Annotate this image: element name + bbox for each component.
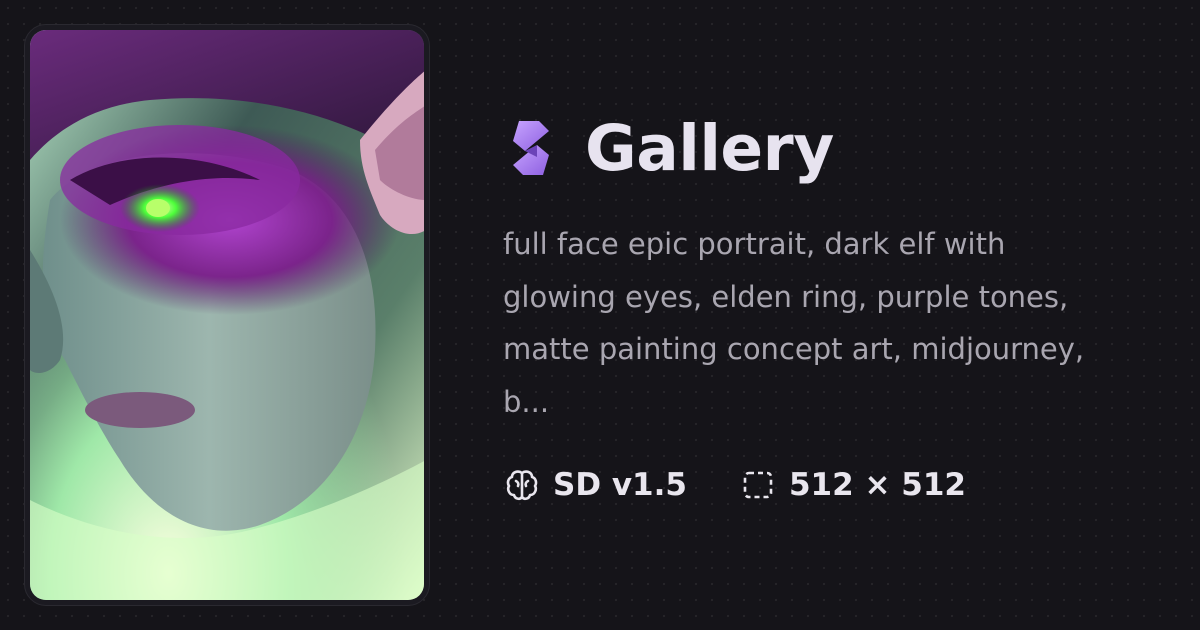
meta-row: SD v1.5 512 × 512 xyxy=(503,466,966,504)
image-card[interactable] xyxy=(24,24,430,606)
info-panel: Gallery full face epic portrait, dark el… xyxy=(503,112,1143,428)
artwork-image[interactable] xyxy=(30,30,424,600)
brain-icon xyxy=(506,470,538,501)
model-info: SD v1.5 xyxy=(503,466,687,504)
model-label: SD v1.5 xyxy=(553,467,687,503)
gallery-logo-icon xyxy=(513,121,549,175)
size-info: 512 × 512 xyxy=(739,466,966,504)
prompt-text: full face epic portrait, dark elf with g… xyxy=(503,227,1085,419)
header: Gallery xyxy=(503,111,1143,185)
size-label: 512 × 512 xyxy=(788,467,966,503)
page-title: Gallery xyxy=(585,111,834,185)
dimensions-icon xyxy=(743,471,773,499)
